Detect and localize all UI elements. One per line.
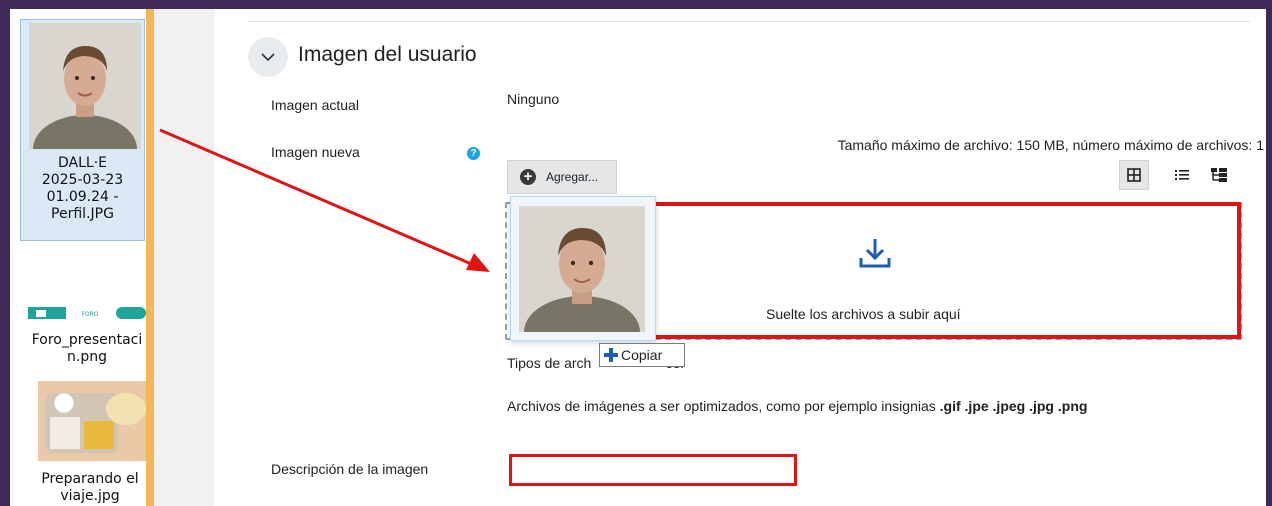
section-collapse-toggle[interactable]: [248, 37, 288, 77]
folder-tree-icon: [1211, 168, 1227, 182]
image-description-label: Descripción de la imagen: [271, 461, 429, 477]
desktop-file-pane: DALL·E 2025-03-23 01.09.24 - Perfil.JPG …: [10, 9, 146, 506]
page-gutter: [154, 9, 214, 506]
file-types-desc-text: Archivos de imágenes a ser optimizados, …: [507, 398, 940, 414]
image-description-input[interactable]: [509, 454, 797, 486]
drag-preview: [510, 196, 656, 341]
drag-copy-label: Copiar: [621, 347, 663, 363]
profile-photo-thumbnail: [29, 23, 141, 149]
window-frame-left: [0, 0, 10, 506]
new-image-label: Imagen nueva: [271, 144, 360, 160]
window-frame-right: [1266, 0, 1272, 506]
file-name-viaje[interactable]: Preparando el viaje.jpg: [30, 471, 146, 505]
file-types-prefix: Tipos de arch: [507, 355, 592, 371]
current-image-value: Ninguno: [507, 91, 560, 107]
view-grid-button[interactable]: [1119, 160, 1149, 190]
forum-thumb-text: FORO: [81, 311, 98, 318]
plus-circle-icon: +: [520, 169, 536, 185]
file-types-extensions: .gif .jpe .jpeg .jpg .png: [939, 398, 1088, 414]
section-top-rule: [248, 21, 1250, 22]
plus-icon: [604, 348, 618, 362]
chevron-down-icon: [261, 53, 275, 62]
section-title: Imagen del usuario: [298, 43, 477, 66]
travel-image-thumbnail: [38, 381, 146, 461]
window-frame-top: [0, 0, 1272, 9]
current-image-label: Imagen actual: [271, 97, 359, 113]
view-list-button[interactable]: [1167, 160, 1197, 190]
dragged-photo: [519, 206, 645, 332]
add-file-button-label: Agregar...: [546, 170, 599, 184]
drag-copy-tooltip: Copiar: [599, 343, 685, 367]
view-tree-button[interactable]: [1204, 160, 1234, 190]
add-file-button[interactable]: + Agregar...: [507, 160, 617, 194]
window-divider: [146, 9, 154, 506]
file-name-perfil: DALL·E 2025-03-23 01.09.24 - Perfil.JPG: [41, 155, 124, 222]
file-item-perfil[interactable]: DALL·E 2025-03-23 01.09.24 - Perfil.JPG: [20, 19, 145, 241]
grid-icon: [1127, 168, 1141, 182]
list-icon: [1175, 170, 1189, 180]
help-icon[interactable]: ?: [467, 147, 480, 160]
form-main: Imagen del usuario Imagen actual Ninguno…: [214, 9, 1266, 506]
file-name-foro[interactable]: Foro_presentaci n.png: [22, 332, 146, 366]
file-limits-text: Tamaño máximo de archivo: 150 MB, número…: [837, 137, 1264, 153]
file-types-description: Archivos de imágenes a ser optimizados, …: [507, 398, 1087, 414]
